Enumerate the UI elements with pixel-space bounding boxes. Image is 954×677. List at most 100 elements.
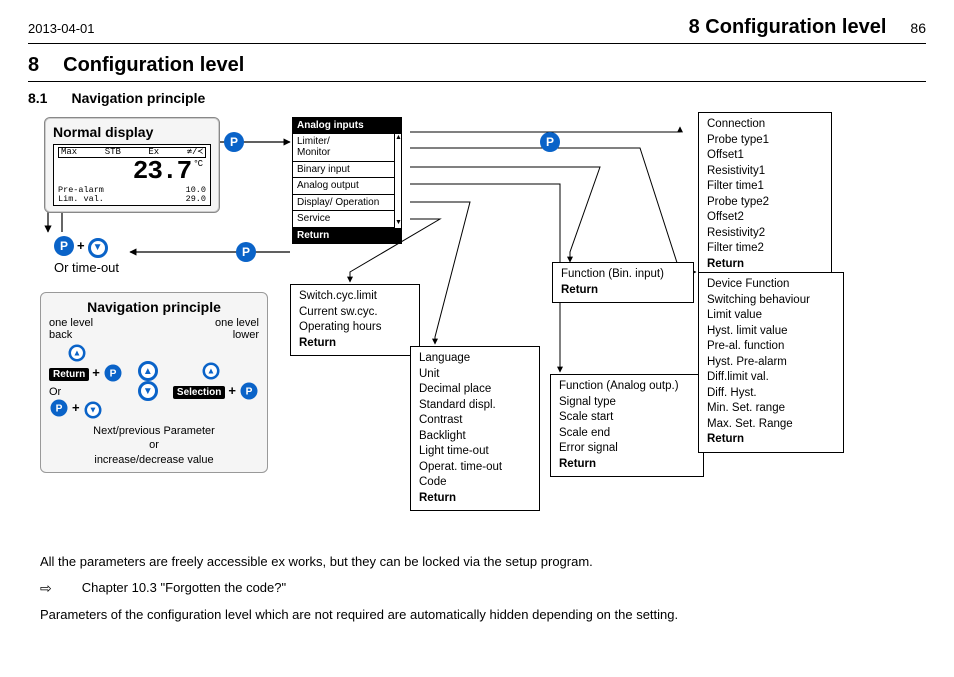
p-button-icon: P	[540, 132, 560, 152]
param-item: Unit	[419, 367, 531, 383]
param-item: Probe type1	[707, 133, 823, 149]
up-arrow-icon	[69, 345, 86, 362]
one-level-back-label: one level back	[49, 317, 93, 341]
lcd-unit: °C	[193, 160, 202, 169]
or-timeout-label: Or time-out	[54, 260, 119, 275]
param-item: Language	[419, 351, 531, 367]
param-return: Return	[561, 283, 685, 299]
header-date: 2013-04-01	[28, 21, 95, 36]
lcd-value: 23.7	[133, 158, 191, 185]
document-page: 2013-04-01 8 Configuration level 86 8 Co…	[0, 0, 954, 677]
param-item: Light time-out	[419, 444, 531, 460]
body-paragraph-2: Parameters of the configuration level wh…	[40, 605, 920, 625]
p-button-icon: P	[104, 365, 121, 382]
param-item: Diff. Hyst.	[707, 386, 835, 402]
param-item: Scale start	[559, 410, 695, 426]
param-item: Hyst. Pre-alarm	[707, 355, 835, 371]
nav-panel-title: Navigation principle	[49, 299, 259, 315]
page-header: 2013-04-01 8 Configuration level 86	[28, 16, 926, 44]
body-text: All the parameters are freely accessible…	[40, 552, 920, 624]
config-menu-panel: Analog inputs Limiter/ Monitor Binary in…	[292, 117, 402, 244]
up-arrow-icon	[138, 361, 158, 381]
param-item: Min. Set. range	[707, 401, 835, 417]
param-item: Decimal place	[419, 382, 531, 398]
menu-item: Limiter/ Monitor	[293, 134, 394, 162]
param-return: Return	[707, 432, 835, 448]
header-page-number: 86	[910, 20, 926, 36]
param-return: Return	[707, 257, 823, 273]
param-return: Return	[419, 491, 531, 507]
lcd-top-max: Max	[61, 148, 77, 157]
section-number: 8	[28, 54, 39, 77]
body-reference: Chapter 10.3 "Forgotten the code?"	[82, 578, 286, 598]
param-item: Code	[419, 475, 531, 491]
param-item: Operat. time-out	[419, 460, 531, 476]
navigation-diagram: Normal display Max STB Ex ≄/≺ 23.7 °C Pr…	[40, 112, 920, 542]
one-level-lower-label: one level lower	[215, 317, 259, 341]
normal-display-panel: Normal display Max STB Ex ≄/≺ 23.7 °C Pr…	[44, 117, 220, 213]
body-paragraph-1: All the parameters are freely accessible…	[40, 552, 920, 572]
lcd-row2-r: 29.0	[186, 195, 206, 204]
param-item: Resistivity2	[707, 226, 823, 242]
binary-input-params-box: Function (Bin. input) Return	[552, 262, 694, 303]
param-item: Diff.limit val.	[707, 370, 835, 386]
param-item: Contrast	[419, 413, 531, 429]
lcd-top-stb: STB	[105, 148, 121, 157]
param-item: Probe type2	[707, 195, 823, 211]
lcd-display: Max STB Ex ≄/≺ 23.7 °C Pre-alarm10.0 Lim…	[53, 144, 211, 206]
down-arrow-icon	[88, 238, 108, 258]
display-params-box: Language Unit Decimal place Standard dis…	[410, 346, 540, 511]
param-item: Function (Analog outp.)	[559, 379, 695, 395]
nav-caption-or: or	[49, 438, 259, 453]
nav-caption-2: increase/decrease value	[49, 453, 259, 468]
subsection-title: Navigation principle	[71, 90, 205, 106]
menu-item: Analog output	[293, 178, 394, 195]
param-return: Return	[299, 336, 411, 352]
menu-header: Analog inputs	[293, 118, 401, 134]
param-item: Max. Set. Range	[707, 417, 835, 433]
limiter-params-box: Device Function Switching behaviour Limi…	[698, 272, 844, 453]
header-chapter-title: 8 Configuration level	[689, 16, 887, 39]
param-item: Standard displ.	[419, 398, 531, 414]
selection-pill: Selection	[173, 386, 225, 399]
param-item: Switch.cyc.limit	[299, 289, 411, 305]
service-params-box: Switch.cyc.limit Current sw.cyc. Operati…	[290, 284, 420, 356]
param-item: Backlight	[419, 429, 531, 445]
normal-display-title: Normal display	[53, 124, 211, 140]
param-item: Filter time2	[707, 241, 823, 257]
subsection-number: 8.1	[28, 90, 47, 106]
analog-inputs-params-box: Connection Probe type1 Offset1 Resistivi…	[698, 112, 832, 277]
p-button-icon: P	[51, 400, 68, 417]
menu-footer: Return	[293, 228, 401, 244]
param-item: Function (Bin. input)	[561, 267, 685, 283]
navigation-principle-panel: Navigation principle one level back one …	[40, 292, 268, 473]
menu-scrollbar: ▲▼	[394, 134, 401, 228]
section-heading: 8 Configuration level	[28, 54, 926, 82]
param-item: Hyst. limit value	[707, 324, 835, 340]
param-item: Connection	[707, 117, 823, 133]
or-label: Or	[49, 386, 61, 398]
right-combo: Selection+P	[173, 361, 259, 401]
p-button-icon: P	[224, 132, 244, 152]
return-pill: Return	[49, 368, 89, 381]
param-item: Switching behaviour	[707, 293, 835, 309]
reference-arrow-icon: ⇨	[40, 578, 52, 599]
param-item: Offset2	[707, 210, 823, 226]
p-button-icon: P	[236, 242, 256, 262]
analog-output-params-box: Function (Analog outp.) Signal type Scal…	[550, 374, 704, 477]
menu-item: Display/ Operation	[293, 195, 394, 212]
center-arrows	[138, 361, 158, 401]
return-condition: P+ Or time-out	[54, 236, 119, 275]
down-arrow-icon	[84, 401, 101, 418]
param-item: Device Function	[707, 277, 835, 293]
subsection-heading: 8.1 Navigation principle	[28, 90, 926, 106]
param-return: Return	[559, 457, 695, 473]
up-arrow-icon	[202, 363, 219, 380]
param-item: Signal type	[559, 395, 695, 411]
param-item: Resistivity1	[707, 164, 823, 180]
param-item: Operating hours	[299, 320, 411, 336]
menu-item: Binary input	[293, 162, 394, 179]
left-combo: Return+P Or P+	[49, 343, 123, 420]
lcd-row2-l: Lim. val.	[58, 195, 104, 204]
param-item: Scale end	[559, 426, 695, 442]
